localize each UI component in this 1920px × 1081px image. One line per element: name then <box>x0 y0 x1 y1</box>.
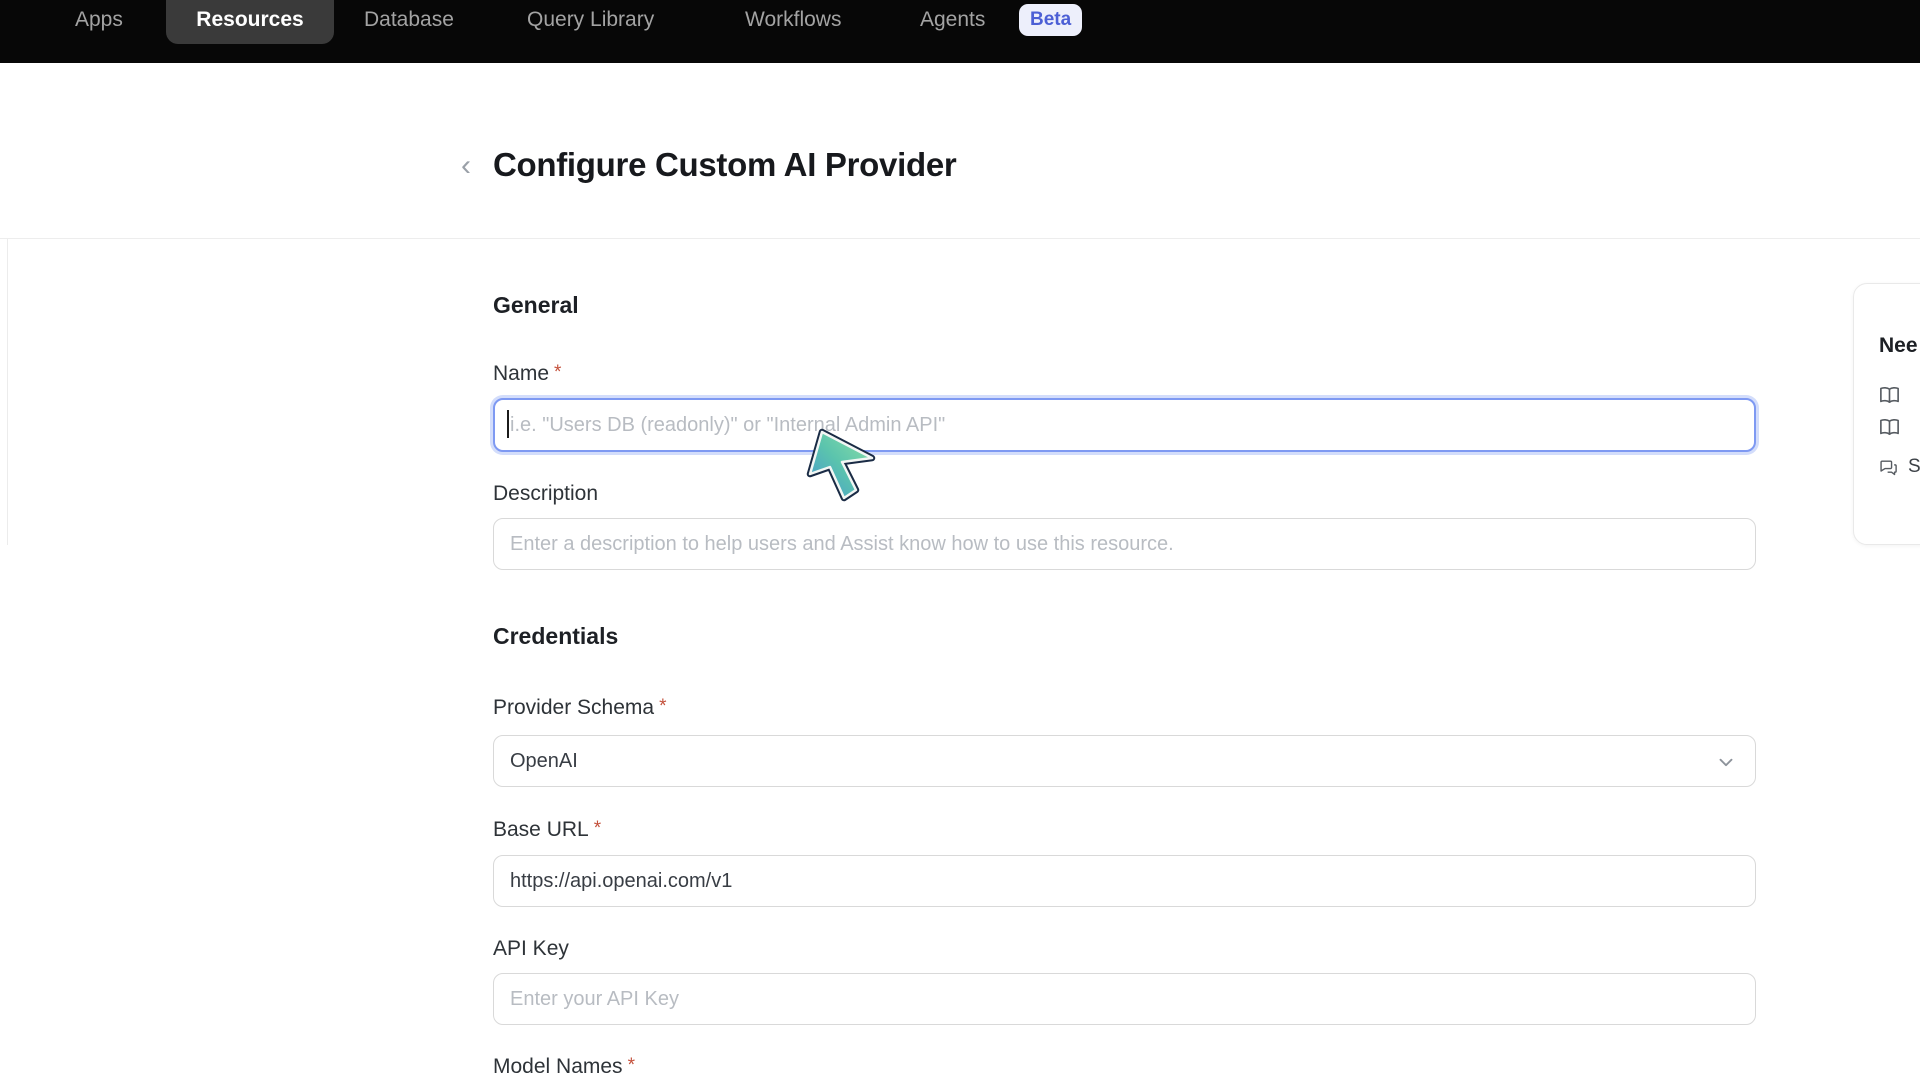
help-panel-heading: Nee <box>1879 334 1918 358</box>
provider-schema-label: Provider Schema* <box>493 695 666 722</box>
required-marker: * <box>659 696 666 717</box>
name-label-text: Name <box>493 362 549 385</box>
back-button[interactable]: ‹ <box>452 148 480 184</box>
nav-item-apps[interactable]: Apps <box>75 6 123 34</box>
provider-schema-value: OpenAI <box>510 750 578 773</box>
nav-item-database[interactable]: Database <box>364 6 454 34</box>
model-names-label-text: Model Names <box>493 1055 623 1078</box>
name-input[interactable] <box>493 398 1756 452</box>
required-marker: * <box>628 1055 635 1076</box>
header-divider <box>0 238 1920 239</box>
nav-item-resources-label: Resources <box>166 6 334 34</box>
help-doc-link-2[interactable] <box>1878 416 1901 439</box>
description-label: Description <box>493 481 598 507</box>
nav-item-workflows[interactable]: Workflows <box>745 6 841 34</box>
book-icon <box>1878 416 1901 439</box>
base-url-label-text: Base URL <box>493 818 589 841</box>
base-url-label: Base URL* <box>493 817 601 844</box>
top-nav: Apps Resources Database Query Library Wo… <box>0 0 1920 63</box>
chevron-left-icon: ‹ <box>461 149 471 182</box>
api-key-label: API Key <box>493 936 569 962</box>
text-caret <box>507 410 509 438</box>
nav-item-resources-active[interactable]: Resources <box>166 0 334 44</box>
model-names-label: Model Names* <box>493 1054 635 1081</box>
left-panel-edge <box>7 239 8 545</box>
help-chat-label: S <box>1908 456 1920 478</box>
base-url-input[interactable] <box>493 855 1756 907</box>
name-label: Name* <box>493 361 561 388</box>
chevron-down-icon <box>1715 751 1737 773</box>
api-key-input[interactable] <box>493 973 1756 1025</box>
section-heading-credentials: Credentials <box>493 622 618 650</box>
section-heading-general: General <box>493 291 579 319</box>
help-panel: Nee S <box>1853 283 1920 545</box>
help-doc-link-1[interactable] <box>1878 384 1901 407</box>
beta-badge: Beta <box>1019 4 1082 36</box>
provider-schema-select[interactable]: OpenAI <box>493 735 1756 787</box>
provider-schema-label-text: Provider Schema <box>493 696 654 719</box>
book-icon <box>1878 384 1901 407</box>
page-title: Configure Custom AI Provider <box>493 144 956 186</box>
name-field-wrap <box>493 398 1756 452</box>
description-input[interactable] <box>493 518 1756 570</box>
required-marker: * <box>554 362 561 383</box>
help-chat-link[interactable]: S <box>1878 456 1920 478</box>
nav-item-agents[interactable]: Agents <box>920 6 985 34</box>
chat-icon <box>1878 457 1899 478</box>
required-marker: * <box>594 818 601 839</box>
nav-item-query-library[interactable]: Query Library <box>527 6 654 34</box>
